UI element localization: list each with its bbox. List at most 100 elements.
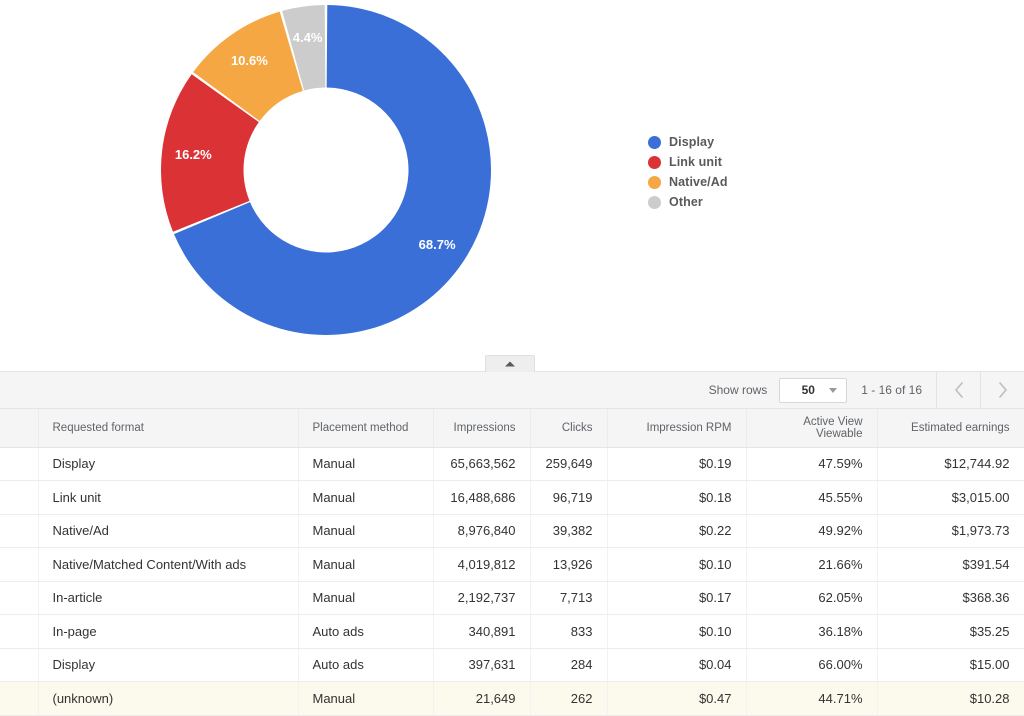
cell-method: Manual (298, 514, 434, 548)
column-header-impression-rpm[interactable]: Impression RPM (607, 409, 747, 448)
cell-format: (unknown) (38, 681, 299, 716)
cell-method: Manual (298, 581, 434, 615)
cell-impr: 65,663,562 (433, 447, 531, 481)
legend-item-link-unit[interactable]: Link unit (648, 152, 798, 172)
donut-svg: 68.7% 16.2% 10.6% 4.4% (161, 5, 491, 335)
cell-impr: 2,192,737 (433, 581, 531, 615)
column-header-estimated-earnings[interactable]: Estimated earnings (877, 409, 1024, 448)
cell-rpm: $0.18 (607, 480, 747, 515)
table-row[interactable]: Native/Ad Manual 8,976,840 39,382 $0.22 49.92… (0, 514, 1024, 548)
cell-format: Native/Ad (38, 514, 299, 548)
cell-earn: $10.28 (877, 681, 1024, 716)
cell-view: 45.55% (746, 480, 878, 515)
cell-impr: 21,649 (433, 681, 531, 716)
table-panel: Show rows 50 1 - 16 of 16 Requested form… (0, 371, 1024, 716)
table-row[interactable]: In-article Manual 2,192,737 7,713 $0.17 62.05… (0, 581, 1024, 615)
cell-earn: $12,744.92 (877, 447, 1024, 481)
legend-item-native-ad[interactable]: Native/Ad (648, 172, 798, 192)
table-row[interactable]: Native/Matched Content/With ads Manual 4,0… (0, 547, 1024, 582)
collapse-chart-toggle[interactable] (485, 355, 535, 372)
table-row-gutter (0, 547, 39, 582)
cell-method: Manual (298, 681, 434, 716)
cell-clicks: 39,382 (530, 514, 608, 548)
cell-format: In-page (38, 614, 299, 649)
cell-format: Display (38, 447, 299, 481)
cell-earn: $391.54 (877, 547, 1024, 582)
chevron-left-icon (954, 382, 963, 398)
donut-label-display: 68.7% (419, 237, 456, 252)
pagination-next-button[interactable] (980, 371, 1024, 409)
table-body: Display Manual 65,663,562 259,649 $0.19 47.59… (0, 447, 1024, 716)
table-header-row: Requested format Placement method Impres… (0, 409, 1024, 448)
cell-view: 21.66% (746, 547, 878, 582)
cell-rpm: $0.22 (607, 514, 747, 548)
legend-label-link-unit: Link unit (669, 155, 722, 169)
column-header-requested-format[interactable]: Requested format (38, 409, 299, 448)
rows-per-page-select[interactable]: 50 (779, 377, 848, 403)
legend-swatch-native-ad (648, 175, 661, 189)
cell-format: In-article (38, 581, 299, 615)
cell-view: 47.59% (746, 447, 878, 481)
chevron-right-icon (998, 382, 1007, 398)
table-row-gutter (0, 581, 39, 615)
cell-view: 36.18% (746, 614, 878, 649)
cell-earn: $368.36 (877, 581, 1024, 615)
table-row-gutter (0, 480, 39, 515)
cell-rpm: $0.17 (607, 581, 747, 615)
caret-up-icon (505, 361, 515, 367)
legend-label-native-ad: Native/Ad (669, 175, 728, 189)
cell-rpm: $0.47 (607, 681, 747, 716)
table-row-gutter (0, 447, 39, 481)
legend-label-other: Other (669, 195, 703, 209)
cell-impr: 8,976,840 (433, 514, 531, 548)
column-header-impressions[interactable]: Impressions (433, 409, 531, 448)
column-header-placement-method[interactable]: Placement method (298, 409, 434, 448)
table-row[interactable]: Link unit Manual 16,488,686 96,719 $0.18 45.5… (0, 480, 1024, 515)
table-row-gutter (0, 614, 39, 649)
legend-swatch-link-unit (648, 155, 661, 169)
cell-method: Auto ads (298, 614, 434, 649)
chart-legend: Display Link unit Native/Ad Other (648, 132, 798, 212)
legend-label-display: Display (669, 135, 715, 149)
legend-swatch-other (648, 195, 661, 209)
donut-chart[interactable]: 68.7% 16.2% 10.6% 4.4% (161, 5, 491, 335)
cell-earn: $15.00 (877, 648, 1024, 682)
legend-item-display[interactable]: Display (648, 132, 798, 152)
report-table: Requested format Placement method Impres… (0, 409, 1024, 716)
table-row[interactable]: Display Auto ads 397,631 284 $0.04 66.00% $15.… (0, 648, 1024, 682)
cell-impr: 4,019,812 (433, 547, 531, 582)
cell-view: 49.92% (746, 514, 878, 548)
table-header-gutter (0, 409, 39, 448)
legend-swatch-display (648, 135, 661, 149)
cell-clicks: 262 (530, 681, 608, 716)
donut-slices (161, 5, 491, 335)
table-row[interactable]: Display Manual 65,663,562 259,649 $0.19 47.59… (0, 447, 1024, 481)
donut-label-other: 4.4% (293, 30, 323, 45)
cell-view: 66.00% (746, 648, 878, 682)
cell-method: Manual (298, 547, 434, 582)
legend-item-other[interactable]: Other (648, 192, 798, 212)
table-row[interactable]: In-page Auto ads 340,891 833 $0.10 36.18% $35.… (0, 614, 1024, 649)
table-row-gutter (0, 681, 39, 716)
pagination-prev-button[interactable] (936, 371, 980, 409)
cell-clicks: 96,719 (530, 480, 608, 515)
table-row-gutter (0, 648, 39, 682)
donut-label-link-unit: 16.2% (175, 147, 212, 162)
cell-method: Auto ads (298, 648, 434, 682)
cell-rpm: $0.10 (607, 614, 747, 649)
cell-method: Manual (298, 480, 434, 515)
cell-clicks: 7,713 (530, 581, 608, 615)
cell-earn: $1,973.73 (877, 514, 1024, 548)
column-header-clicks[interactable]: Clicks (530, 409, 608, 448)
show-rows-label: Show rows (708, 383, 768, 397)
table-row[interactable]: (unknown) Manual 21,649 262 $0.47 44.71% $10.2… (0, 681, 1024, 716)
donut-label-native-ad: 10.6% (231, 53, 268, 68)
column-header-active-view-viewable[interactable]: Active View Viewable (746, 409, 878, 448)
cell-view: 44.71% (746, 681, 878, 716)
chevron-down-icon (829, 388, 838, 393)
cell-clicks: 259,649 (530, 447, 608, 481)
cell-format: Link unit (38, 480, 299, 515)
chart-region: 68.7% 16.2% 10.6% 4.4% Display Link unit Na… (0, 0, 1024, 356)
cell-rpm: $0.10 (607, 547, 747, 582)
cell-format: Native/Matched Content/With ads (38, 547, 299, 582)
